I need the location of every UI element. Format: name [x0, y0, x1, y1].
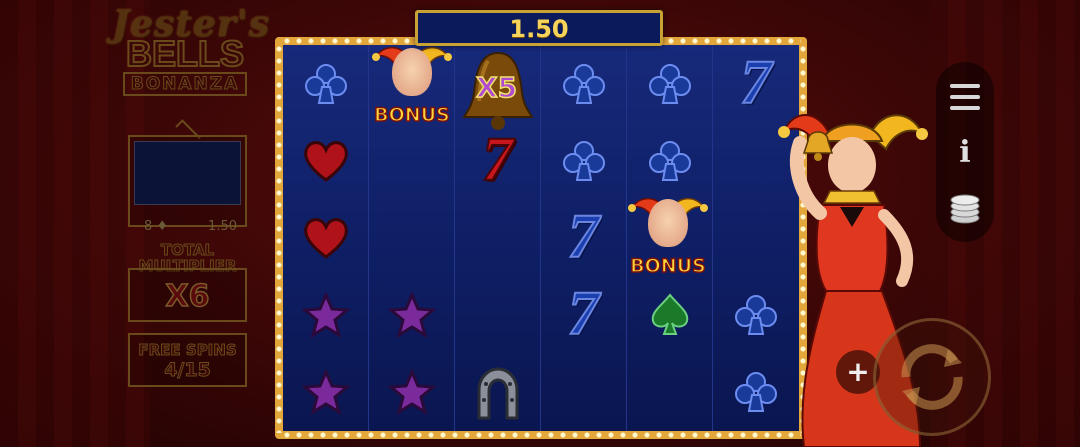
star-icon	[301, 292, 350, 339]
collect-screen	[134, 141, 241, 205]
reel-cell	[283, 276, 369, 354]
logo-line3: BONANZA	[122, 72, 248, 96]
jester-face	[648, 199, 688, 247]
menu-icon[interactable]	[936, 70, 994, 120]
star-icon	[301, 369, 350, 416]
reel-cell	[455, 199, 541, 277]
heart-icon	[303, 218, 348, 259]
spade-icon	[651, 293, 688, 336]
reel-grid: 7777	[283, 45, 799, 431]
bonus-label: BONUS	[373, 103, 450, 127]
reel-cell	[369, 276, 455, 354]
bonus-symbol-2: BONUS	[622, 193, 714, 283]
spin-arrows-icon	[901, 344, 963, 410]
reel-cell	[627, 45, 713, 123]
bonus-symbol-1: BONUS	[366, 42, 458, 132]
spin-button[interactable]	[873, 318, 991, 436]
reel-cell	[455, 353, 541, 431]
club-icon	[304, 63, 347, 104]
reel-cell	[627, 276, 713, 354]
seven-red-icon: 7	[481, 125, 514, 194]
collect-count-value: 8	[144, 219, 153, 234]
free-spins-label: FREE SPINS	[138, 341, 237, 360]
frame-lights-bottom	[281, 432, 801, 438]
horseshoe-icon	[477, 367, 518, 420]
collect-panel: 8 ♦ 1.50	[128, 135, 247, 234]
bell-multiplier-label: X5	[475, 70, 518, 105]
reel-cell	[283, 199, 369, 277]
logo-line1: Jester's	[112, 3, 270, 45]
seven-blue-icon: 7	[567, 279, 600, 348]
reel-cell	[369, 353, 455, 431]
reel-cell	[369, 122, 455, 200]
club-icon	[648, 140, 691, 181]
reel-cell	[455, 276, 541, 354]
collect-count: 8 ♦	[144, 219, 168, 234]
win-display: 1.50	[415, 10, 663, 46]
reel-cell	[541, 353, 627, 431]
total-multiplier-box: X6	[128, 268, 247, 322]
info-icon[interactable]: i	[936, 128, 994, 178]
heart-icon	[303, 140, 348, 182]
jester-face	[392, 48, 432, 96]
bonus-label: BONUS	[629, 254, 706, 278]
total-multiplier-label-line1: TOTAL	[160, 241, 215, 259]
diamond-icon: ♦	[156, 219, 169, 234]
reel-cell	[283, 353, 369, 431]
reel-cell: 7	[541, 199, 627, 277]
side-menu: i	[936, 62, 994, 242]
reel-cell: 7	[541, 276, 627, 354]
star-icon	[387, 369, 436, 416]
reel-cell	[627, 122, 713, 200]
bell-multiplier-symbol: X5	[458, 45, 538, 135]
club-icon	[562, 140, 605, 181]
club-icon	[562, 63, 605, 104]
club-icon	[648, 63, 691, 104]
win-value: 1.50	[509, 15, 569, 43]
frame-lights-left	[276, 43, 282, 433]
reel-cell	[369, 199, 455, 277]
seven-blue-icon: 7	[567, 202, 600, 271]
reel-cell	[541, 45, 627, 123]
coin-stack-icon[interactable]	[936, 184, 994, 234]
reel-cell	[541, 122, 627, 200]
free-spins-text: FREE SPINS 4/15	[130, 340, 245, 381]
reel-cell	[283, 45, 369, 123]
reel-frame: 7777	[275, 37, 807, 439]
reel-cell	[283, 122, 369, 200]
star-icon	[387, 292, 436, 339]
game-logo: Jester's BELLS BONANZA	[112, 3, 270, 96]
total-multiplier-value: X6	[165, 278, 211, 315]
reel-cell	[627, 353, 713, 431]
seven-blue-icon: 7	[740, 48, 773, 117]
free-spins-box: FREE SPINS 4/15	[128, 333, 247, 387]
collect-value: 1.50	[208, 219, 237, 234]
free-spins-count: 4/15	[164, 359, 212, 381]
